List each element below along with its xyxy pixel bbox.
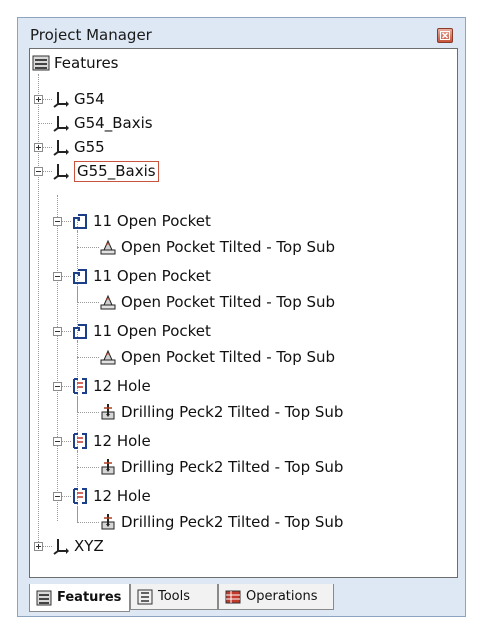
tree-item-drilling-op[interactable]: Drilling Peck2 Tilted - Top Sub <box>99 510 343 534</box>
tree-label: G54_Baxis <box>74 114 153 132</box>
tree-label-selected: G55_Baxis <box>74 160 159 182</box>
tree-label: Open Pocket Tilted - Top Sub <box>121 348 336 366</box>
drilling-operation-icon <box>99 458 117 476</box>
tab-label: Operations <box>246 589 318 604</box>
tree-label: Drilling Peck2 Tilted - Top Sub <box>121 513 344 531</box>
tree-label: XYZ <box>74 537 104 555</box>
tree-item-open-pocket-op[interactable]: Open Pocket Tilted - Top Sub <box>99 290 335 314</box>
tree-item-open-pocket[interactable]: 11 Open Pocket <box>71 319 211 343</box>
coordinate-system-icon <box>52 114 70 132</box>
tree-label: 12 Hole <box>93 377 151 395</box>
pocket-operation-icon <box>99 348 117 366</box>
pocket-operation-icon <box>99 293 117 311</box>
drilling-operation-icon <box>99 513 117 531</box>
tree-label: 11 Open Pocket <box>93 322 211 340</box>
tree-item-hole[interactable]: 12 Hole <box>71 429 151 453</box>
tree-label: G55 <box>74 138 105 156</box>
features-icon <box>36 590 52 606</box>
hole-feature-icon <box>71 377 89 395</box>
hole-feature-icon <box>71 432 89 450</box>
tree-label: Open Pocket Tilted - Top Sub <box>121 293 336 311</box>
features-folder-icon <box>32 54 50 72</box>
tree-item-open-pocket-op[interactable]: Open Pocket Tilted - Top Sub <box>99 235 335 259</box>
tree-item-drilling-op[interactable]: Drilling Peck2 Tilted - Top Sub <box>99 455 343 479</box>
pocket-feature-icon <box>71 212 89 230</box>
title-bar: Project Manager <box>18 18 465 48</box>
tab-label: Features <box>57 590 122 605</box>
tree-label: G54 <box>74 90 105 108</box>
feature-tree[interactable]: Features G54 G54_Baxis G55 G55_Baxis 11 … <box>29 48 458 578</box>
tree-root-features[interactable]: Features <box>32 51 119 75</box>
tree-item-hole[interactable]: 12 Hole <box>71 374 151 398</box>
tab-operations[interactable]: Operations <box>218 584 334 610</box>
collapse-toggle-open-pocket-3[interactable] <box>53 327 62 336</box>
tree-item-drilling-op[interactable]: Drilling Peck2 Tilted - Top Sub <box>99 400 343 424</box>
operations-icon <box>225 589 241 605</box>
expand-toggle-xyz[interactable] <box>34 542 43 551</box>
collapse-toggle-hole-3[interactable] <box>53 492 62 501</box>
tab-label: Tools <box>158 589 191 604</box>
coordinate-system-icon <box>52 138 70 156</box>
expand-toggle-g54[interactable] <box>34 95 43 104</box>
tree-label: Features <box>54 54 119 72</box>
coordinate-system-icon <box>52 162 70 180</box>
coordinate-system-icon <box>52 537 70 555</box>
tree-label: 12 Hole <box>93 487 151 505</box>
tab-features[interactable]: Features <box>29 584 130 612</box>
pocket-feature-icon <box>71 267 89 285</box>
tree-item-g54[interactable]: G54 <box>52 87 105 111</box>
tree-item-g55[interactable]: G55 <box>52 135 105 159</box>
coordinate-system-icon <box>52 90 70 108</box>
collapse-toggle-hole-1[interactable] <box>53 382 62 391</box>
collapse-toggle-open-pocket-1[interactable] <box>53 217 62 226</box>
tree-item-hole[interactable]: 12 Hole <box>71 484 151 508</box>
close-icon <box>440 31 450 40</box>
expand-toggle-g55[interactable] <box>34 143 43 152</box>
collapse-toggle-hole-2[interactable] <box>53 437 62 446</box>
pocket-operation-icon <box>99 238 117 256</box>
tree-label: 11 Open Pocket <box>93 212 211 230</box>
panel-title: Project Manager <box>30 26 152 44</box>
tree-item-g55-baxis[interactable]: G55_Baxis <box>52 159 159 183</box>
collapse-toggle-open-pocket-2[interactable] <box>53 272 62 281</box>
tree-item-open-pocket-op[interactable]: Open Pocket Tilted - Top Sub <box>99 345 335 369</box>
pocket-feature-icon <box>71 322 89 340</box>
tree-item-g54-baxis[interactable]: G54_Baxis <box>52 111 153 135</box>
tree-item-xyz[interactable]: XYZ <box>52 534 104 558</box>
tree-item-open-pocket[interactable]: 11 Open Pocket <box>71 264 211 288</box>
close-button[interactable] <box>437 28 453 43</box>
tree-label: 12 Hole <box>93 432 151 450</box>
tree-label: 11 Open Pocket <box>93 267 211 285</box>
tree-label: Drilling Peck2 Tilted - Top Sub <box>121 458 344 476</box>
tab-tools[interactable]: Tools <box>130 584 218 610</box>
tree-label: Drilling Peck2 Tilted - Top Sub <box>121 403 344 421</box>
hole-feature-icon <box>71 487 89 505</box>
tree-item-open-pocket[interactable]: 11 Open Pocket <box>71 209 211 233</box>
collapse-toggle-g55-baxis[interactable] <box>34 167 43 176</box>
tab-bar: Features Tools Operations <box>29 584 457 612</box>
drilling-operation-icon <box>99 403 117 421</box>
tree-label: Open Pocket Tilted - Top Sub <box>121 238 336 256</box>
tools-icon <box>137 589 153 605</box>
project-manager-panel: Project Manager Features G54 G54_Baxis G… <box>17 17 466 617</box>
